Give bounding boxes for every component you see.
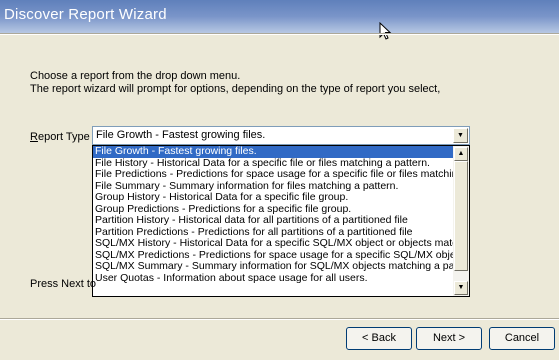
intro-line-2: The report wizard will prompt for option… [30, 83, 441, 95]
scrollbar-thumb[interactable] [454, 161, 468, 271]
next-button[interactable]: Next > [416, 327, 482, 350]
list-item[interactable]: Group Predictions - Predictions for a sp… [93, 204, 454, 216]
intro-text: Choose a report from the drop down menu.… [30, 70, 440, 96]
report-type-label-mnemonic: R [30, 131, 38, 143]
back-button[interactable]: < Back [346, 327, 412, 350]
report-type-label-rest: eport Type [37, 131, 90, 143]
report-type-label: Report Type [30, 131, 90, 143]
next-button-label: Next > [432, 332, 466, 344]
report-type-options-list[interactable]: File Growth - Fastest growing files. File… [92, 145, 470, 297]
list-item[interactable]: SQL/MX Summary - Summary information for… [93, 261, 454, 273]
cancel-button[interactable]: Cancel [489, 327, 555, 350]
back-button-label: < Back [362, 332, 396, 344]
chevron-down-icon[interactable]: ▼ [453, 128, 468, 143]
header-divider [0, 33, 559, 35]
list-item[interactable]: Partition History - Historical data for … [93, 215, 454, 227]
list-item[interactable]: User Quotas - Information about space us… [93, 273, 454, 285]
list-item[interactable]: Partition Predictions - Predictions for … [93, 227, 454, 239]
scroll-down-icon[interactable]: ▼ [454, 281, 468, 295]
list-item[interactable]: File Growth - Fastest growing files. [93, 146, 454, 158]
window-title: Discover Report Wizard [4, 6, 167, 23]
intro-line-1: Choose a report from the drop down menu. [30, 70, 241, 82]
report-type-selected-value: File Growth - Fastest growing files. [96, 129, 266, 141]
cancel-button-label: Cancel [504, 332, 540, 344]
list-item[interactable]: SQL/MX History - Historical Data for a s… [93, 238, 454, 250]
scroll-up-icon[interactable]: ▲ [454, 147, 468, 161]
list-item[interactable]: Group History - Historical Data for a sp… [93, 192, 454, 204]
report-type-options: File Growth - Fastest growing files. File… [93, 146, 454, 296]
list-item[interactable]: File Predictions - Predictions for space… [93, 169, 454, 181]
title-bar: Discover Report Wizard [0, 0, 559, 40]
list-item[interactable]: File History - Historical Data for a spe… [93, 158, 454, 170]
report-type-dropdown[interactable]: File Growth - Fastest growing files. ▼ [92, 126, 470, 145]
list-scrollbar[interactable]: ▲ ▼ [453, 146, 469, 296]
press-next-text: Press Next to [30, 278, 97, 290]
list-item[interactable]: SQL/MX Predictions - Predictions for spa… [93, 250, 454, 262]
list-item[interactable]: File Summary - Summary information for f… [93, 181, 454, 193]
footer-divider [0, 318, 559, 320]
mouse-cursor-icon [379, 22, 392, 40]
